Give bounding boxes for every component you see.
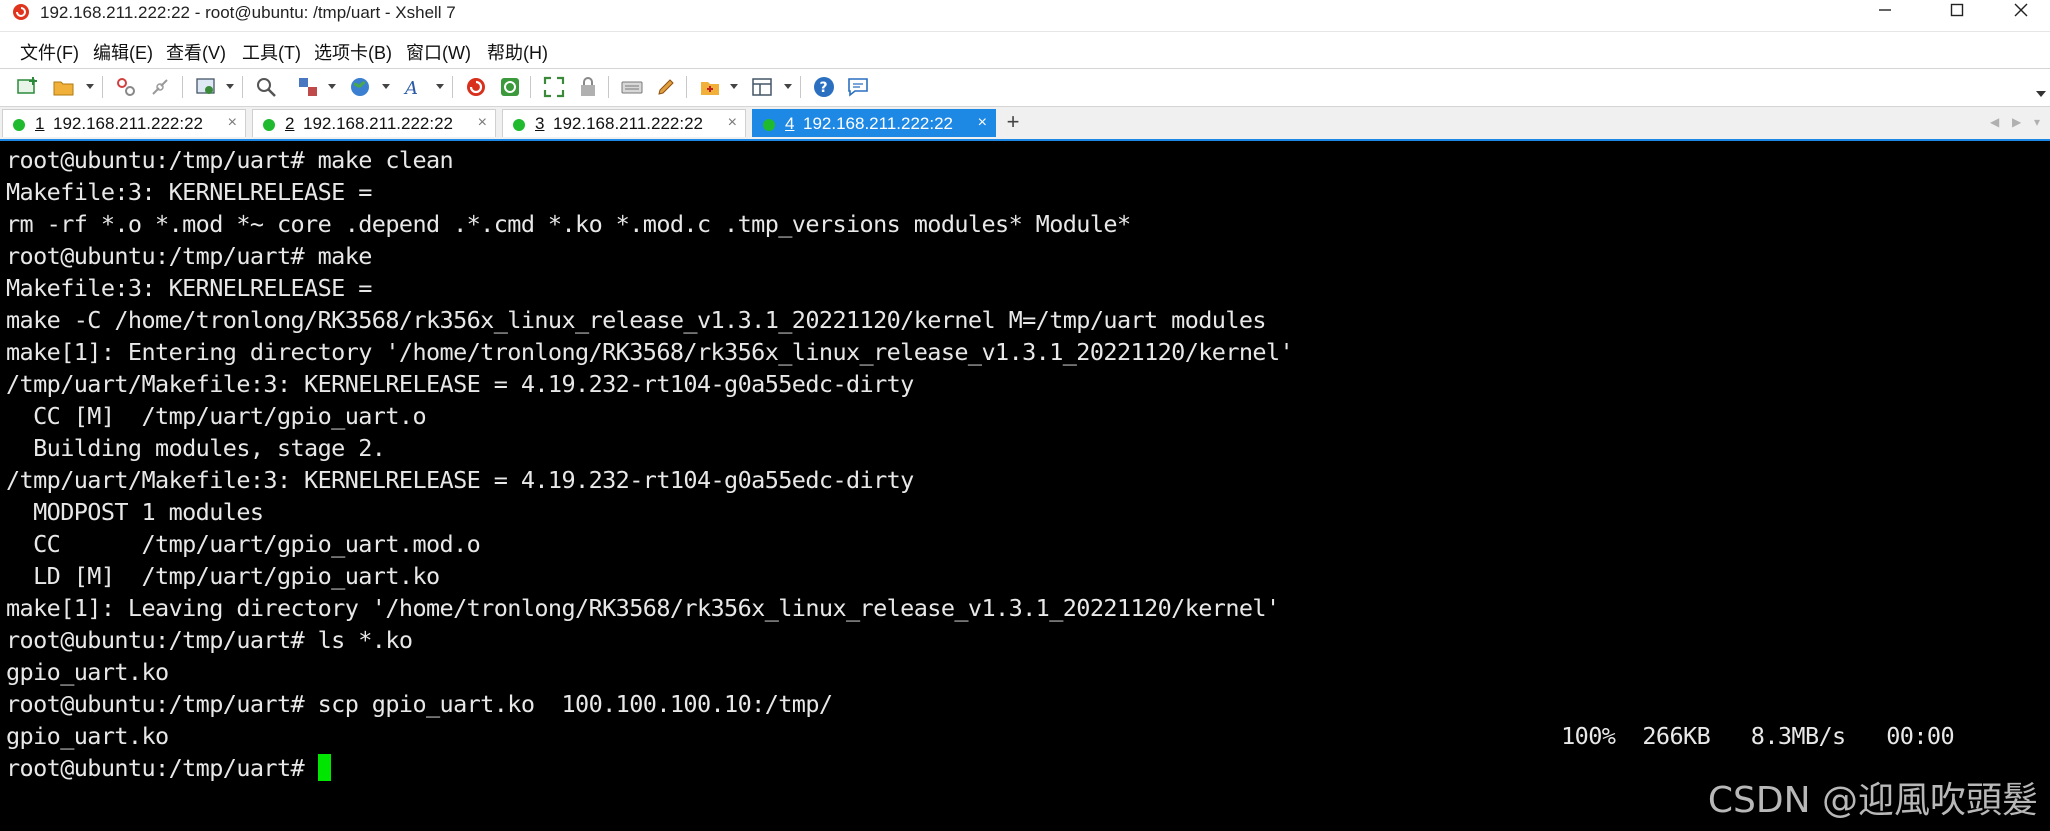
csdn-watermark: CSDN @迎風吹頭髮	[1707, 780, 2038, 821]
terminal-line: root@ubuntu:/tmp/uart# make clean	[6, 146, 454, 174]
terminal-line: make[1]: Leaving directory '/home/tronlo…	[6, 594, 1280, 622]
terminal-line: CC /tmp/uart/gpio_uart.mod.o	[6, 530, 481, 558]
terminal-line: rm -rf *.o *.mod *~ core .depend .*.cmd …	[6, 210, 1131, 238]
font-icon[interactable]: A	[400, 73, 428, 101]
menu-tab[interactable]: 选项卡(B)	[314, 39, 392, 65]
connected-status-icon	[513, 119, 525, 131]
terminal-line: gpio_uart.ko	[6, 722, 169, 750]
connected-status-icon	[263, 119, 275, 131]
close-tab-icon[interactable]: ×	[978, 114, 987, 132]
shell-prompt: root@ubuntu:/tmp/uart#	[6, 754, 318, 782]
session-tab-3[interactable]: 3 192.168.211.222:22 ×	[502, 109, 746, 137]
title-bar: 192.168.211.222:22 - root@ubuntu: /tmp/u…	[0, 0, 2050, 32]
xshell-icon[interactable]	[462, 73, 490, 101]
connected-status-icon	[763, 119, 775, 131]
chat-icon[interactable]	[844, 73, 872, 101]
window-title: 192.168.211.222:22 - root@ubuntu: /tmp/u…	[40, 3, 456, 22]
terminal-line: /tmp/uart/Makefile:3: KERNELRELEASE = 4.…	[6, 370, 914, 398]
menu-help[interactable]: 帮助(H)	[487, 39, 548, 65]
session-tab-1[interactable]: 1 192.168.211.222:22 ×	[2, 109, 246, 137]
terminal-line: gpio_uart.ko	[6, 658, 169, 686]
tab-scroll-left-icon[interactable]: ◀	[1990, 115, 1999, 129]
new-tab-button[interactable]: +	[1001, 111, 1025, 135]
menu-view[interactable]: 查看(V)	[166, 39, 226, 65]
menu-tools[interactable]: 工具(T)	[242, 39, 301, 65]
xshell-app-icon	[12, 3, 30, 21]
tab-number: 3	[535, 114, 545, 133]
globe-icon[interactable]	[346, 73, 374, 101]
scp-transfer-stats: 100% 266KB 8.3MB/s 00:00	[1561, 722, 1955, 750]
transfer-icon[interactable]	[294, 73, 322, 101]
disconnect-icon[interactable]	[146, 73, 174, 101]
tab-number: 1	[35, 114, 45, 133]
tab-label: 192.168.211.222:22	[553, 114, 703, 133]
menu-window[interactable]: 窗口(W)	[406, 39, 471, 65]
terminal-line: MODPOST 1 modules	[6, 498, 264, 526]
close-tab-icon[interactable]: ×	[228, 114, 237, 132]
highlight-icon[interactable]	[652, 73, 680, 101]
minimize-button[interactable]	[1856, 0, 1914, 20]
tab-number: 4	[785, 114, 795, 133]
terminal-line: make -C /home/tronlong/RK3568/rk356x_lin…	[6, 306, 1267, 334]
open-folder-icon[interactable]	[50, 73, 78, 101]
close-window-button[interactable]	[1992, 0, 2050, 20]
toolbar: A ?	[0, 69, 2050, 107]
menu-file[interactable]: 文件(F)	[20, 39, 79, 65]
terminal-line: /tmp/uart/Makefile:3: KERNELRELEASE = 4.…	[6, 466, 914, 494]
terminal-line: root@ubuntu:/tmp/uart# scp gpio_uart.ko …	[6, 690, 833, 718]
new-session-icon[interactable]	[14, 73, 42, 101]
lock-icon[interactable]	[574, 73, 602, 101]
menu-bar: 文件(F) 编辑(E) 查看(V) 工具(T) 选项卡(B) 窗口(W) 帮助(…	[0, 32, 2050, 69]
maximize-button[interactable]	[1928, 0, 1986, 20]
help-icon[interactable]: ?	[810, 73, 838, 101]
layout-icon[interactable]	[748, 73, 776, 101]
close-tab-icon[interactable]: ×	[728, 114, 737, 132]
script-icon[interactable]	[696, 73, 724, 101]
terminal-area[interactable]: root@ubuntu:/tmp/uart# make clean Makefi…	[0, 141, 2050, 831]
terminal-line: root@ubuntu:/tmp/uart# make	[6, 242, 372, 270]
session-tab-2[interactable]: 2 192.168.211.222:22 ×	[252, 109, 496, 137]
terminal-line: root@ubuntu:/tmp/uart# ls *.ko	[6, 626, 413, 654]
find-icon[interactable]	[252, 73, 280, 101]
tab-label: 192.168.211.222:22	[53, 114, 203, 133]
terminal-line: make[1]: Entering directory '/home/tronl…	[6, 338, 1294, 366]
terminal-line: Makefile:3: KERNELRELEASE =	[6, 178, 372, 206]
terminal-cursor	[317, 754, 331, 781]
terminal-prompt-line: root@ubuntu:/tmp/uart#	[6, 754, 331, 782]
properties-icon[interactable]	[192, 73, 220, 101]
tab-scroll-right-icon[interactable]: ▶	[2012, 115, 2021, 129]
connected-status-icon	[13, 119, 25, 131]
xftp-icon[interactable]	[496, 73, 524, 101]
svg-text:?: ?	[820, 80, 828, 96]
fullscreen-icon[interactable]	[540, 73, 568, 101]
terminal-line: Makefile:3: KERNELRELEASE =	[6, 274, 372, 302]
terminal-line: LD [M] /tmp/uart/gpio_uart.ko	[6, 562, 440, 590]
keyboard-icon[interactable]	[618, 73, 646, 101]
tab-label: 192.168.211.222:22	[803, 114, 953, 133]
tab-number: 2	[285, 114, 295, 133]
toolbar-overflow-icon[interactable]	[2036, 91, 2046, 97]
terminal-line: Building modules, stage 2.	[6, 434, 386, 462]
menu-edit[interactable]: 编辑(E)	[93, 39, 153, 65]
session-tab-4-active[interactable]: 4 192.168.211.222:22 ×	[752, 109, 996, 137]
close-tab-icon[interactable]: ×	[478, 114, 487, 132]
terminal-line: CC [M] /tmp/uart/gpio_uart.o	[6, 402, 427, 430]
tab-label: 192.168.211.222:22	[303, 114, 453, 133]
reconnect-icon[interactable]	[112, 73, 140, 101]
tab-list-icon[interactable]: ▾	[2034, 115, 2040, 129]
svg-text:A: A	[403, 78, 418, 99]
session-tab-bar: 1 192.168.211.222:22 × 2 192.168.211.222…	[0, 107, 2050, 141]
